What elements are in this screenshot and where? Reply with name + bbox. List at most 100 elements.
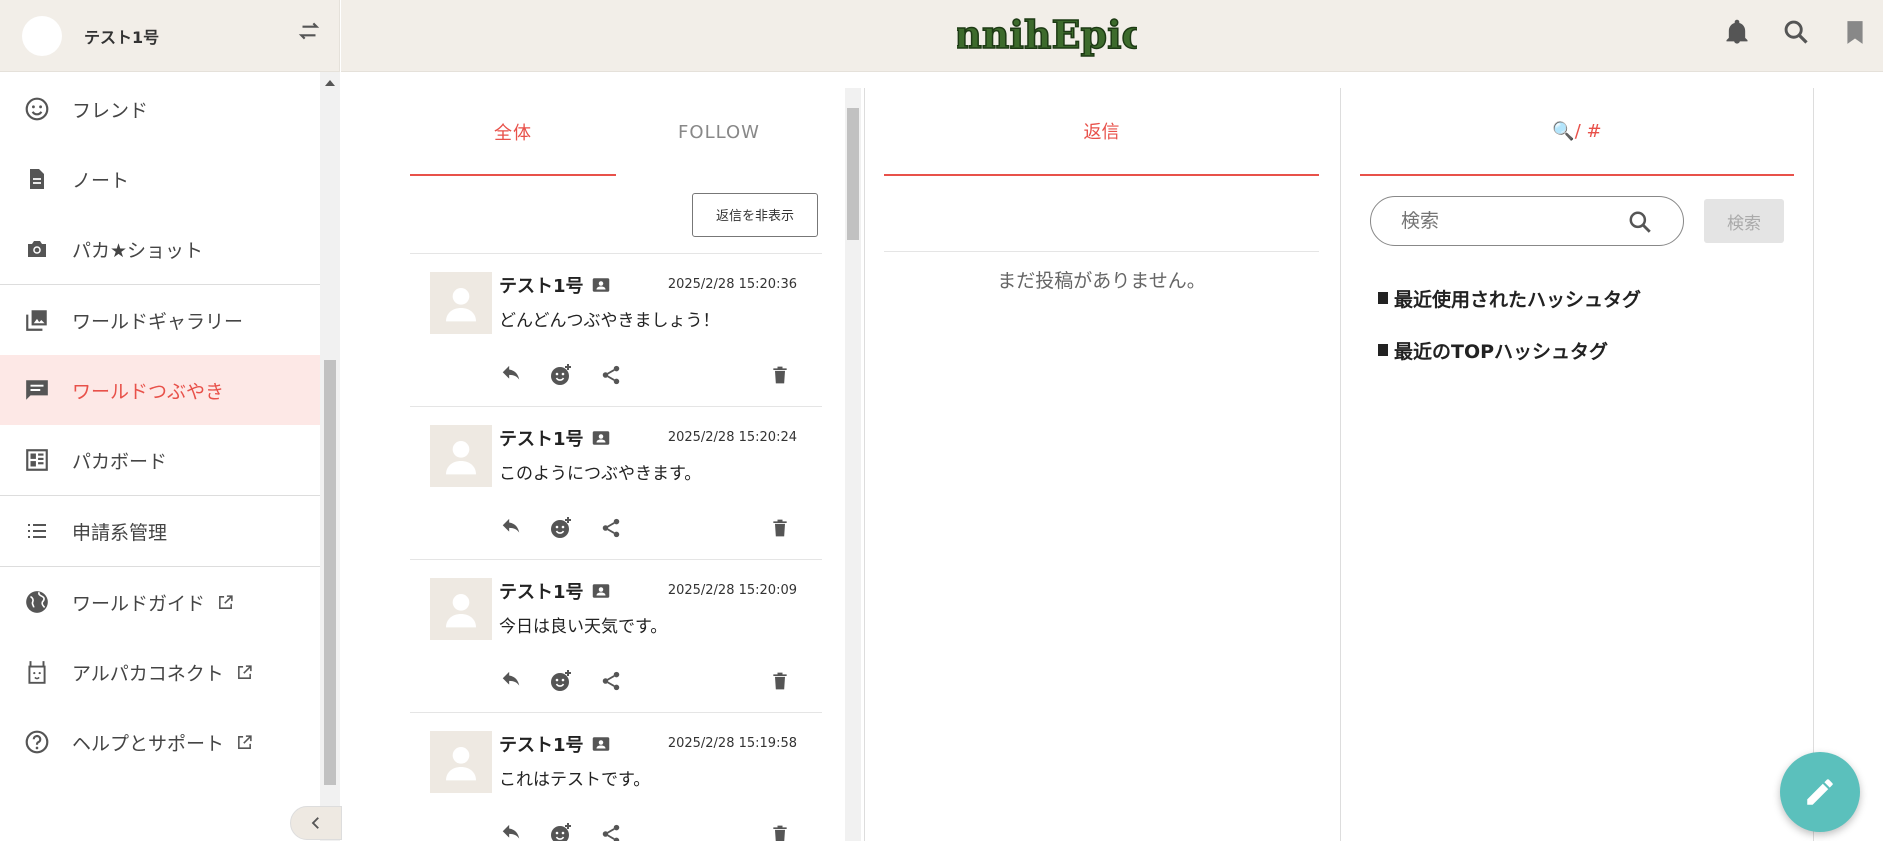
recent-hashtags-heading[interactable]: 最近使用されたハッシュタグ — [1378, 278, 1794, 318]
search-input[interactable] — [1401, 210, 1601, 232]
trash-icon[interactable] — [767, 821, 793, 841]
profile-card-icon[interactable] — [592, 277, 610, 293]
reply-icon[interactable] — [498, 821, 524, 841]
post-author[interactable]: テスト1号 — [499, 272, 610, 298]
sidebar-item-gallery[interactable]: ワールドギャラリー — [0, 285, 320, 355]
post-item[interactable]: テスト1号 2025/2/28 15:20:09 今日は良い天気です。 — [410, 560, 822, 713]
post-item[interactable]: テスト1号 2025/2/28 15:20:24 このようにつぶやきます。 — [410, 407, 822, 560]
search-icon[interactable] — [1627, 209, 1653, 240]
sidebar-item-chat[interactable]: ワールドつぶやき — [0, 355, 320, 425]
square-bullet-icon — [1378, 292, 1388, 304]
tab-follow[interactable]: FOLLOW — [616, 88, 822, 176]
column-divider — [1813, 88, 1814, 841]
post-text: 今日は良い天気です。 — [499, 617, 668, 637]
post-text: これはテストです。 — [499, 770, 651, 790]
post-author-name: テスト1号 — [499, 582, 584, 603]
collapse-sidebar-button[interactable] — [290, 806, 342, 840]
add-reaction-icon[interactable] — [548, 515, 574, 541]
post-author[interactable]: テスト1号 — [499, 731, 610, 757]
user-header[interactable]: テスト1号 — [0, 0, 339, 72]
column-divider — [864, 88, 865, 841]
add-reaction-icon[interactable] — [548, 668, 574, 694]
post-actions — [498, 515, 808, 541]
sidebar-item-label: ワールドギャラリー — [72, 310, 244, 333]
share-icon[interactable] — [598, 362, 624, 388]
post-author[interactable]: テスト1号 — [499, 578, 610, 604]
note-icon — [24, 166, 50, 192]
reply-icon[interactable] — [498, 668, 524, 694]
profile-card-icon[interactable] — [592, 430, 610, 446]
sidebar-item-list[interactable]: 申請系管理 — [0, 496, 320, 566]
post-author-name: テスト1号 — [499, 735, 584, 756]
post-avatar[interactable] — [430, 272, 492, 334]
column-divider — [1340, 88, 1341, 841]
switch-account-icon[interactable] — [296, 18, 322, 48]
post-avatar[interactable] — [430, 425, 492, 487]
trash-icon[interactable] — [767, 668, 793, 694]
post-author-name: テスト1号 — [499, 276, 584, 297]
share-icon[interactable] — [598, 821, 624, 841]
sidebar-item-alpaca[interactable]: アルパカコネクト — [0, 637, 320, 707]
sidebar-item-note[interactable]: ノート — [0, 144, 320, 214]
search-field[interactable] — [1370, 196, 1684, 246]
board-icon — [24, 447, 50, 473]
user-name: テスト1号 — [84, 27, 160, 47]
sidebar-item-board[interactable]: パカボード — [0, 425, 320, 495]
trash-icon[interactable] — [767, 362, 793, 388]
post-item[interactable]: テスト1号 2025/2/28 15:20:36 どんどんつぶやきましょう！ — [410, 254, 822, 407]
post-author[interactable]: テスト1号 — [499, 425, 610, 451]
search-button[interactable]: 検索 — [1704, 199, 1784, 243]
tab-search[interactable]: 🔍/ # — [1360, 88, 1794, 176]
timeline-scrollbar-thumb[interactable] — [847, 108, 859, 240]
share-icon[interactable] — [598, 515, 624, 541]
post-timestamp: 2025/2/28 15:19:58 — [667, 736, 797, 751]
sidebar-scrollbar-thumb[interactable] — [324, 360, 336, 785]
search-icon[interactable] — [1782, 18, 1810, 50]
post-avatar[interactable] — [430, 578, 492, 640]
sidebar-item-help[interactable]: ヘルプとサポート — [0, 707, 320, 777]
camera-icon — [24, 236, 50, 262]
post-actions — [498, 668, 808, 694]
compose-button[interactable] — [1780, 752, 1860, 832]
sidebar-item-camera[interactable]: パカ★ショット — [0, 214, 320, 284]
bell-icon[interactable] — [1723, 18, 1751, 50]
sidebar-item-label: 申請系管理 — [72, 521, 168, 544]
app-logo[interactable]: AnnihEpica — [923, 8, 1170, 62]
empty-message: まだ投稿がありません。 — [997, 270, 1206, 292]
profile-card-icon[interactable] — [592, 736, 610, 752]
bookmark-icon[interactable] — [1842, 18, 1868, 50]
sidebar-nav: フレンドノート パカ★ショットワールドギャラリーワールドつぶやきパカボード申請系管… — [0, 72, 340, 841]
sidebar-item-smile[interactable]: フレンド — [0, 74, 320, 144]
person-icon — [446, 441, 476, 475]
share-icon[interactable] — [598, 668, 624, 694]
reply-icon[interactable] — [498, 362, 524, 388]
post-avatar[interactable] — [430, 731, 492, 793]
scroll-up-arrow-icon[interactable] — [325, 80, 335, 86]
profile-card-icon[interactable] — [592, 583, 610, 599]
post-timestamp: 2025/2/28 15:20:09 — [667, 583, 797, 598]
sidebar-item-label: パカボード — [72, 450, 168, 473]
add-reaction-icon[interactable] — [548, 362, 574, 388]
tab-all[interactable]: 全体 — [410, 88, 616, 176]
smile-icon — [24, 96, 50, 122]
trash-icon[interactable] — [767, 515, 793, 541]
chevron-left-icon — [311, 817, 319, 829]
list-icon — [24, 518, 50, 544]
square-bullet-icon — [1378, 344, 1388, 356]
external-link-icon — [236, 664, 253, 681]
search-column: 🔍/ # 検索 最近使用されたハッシュタグ 最近のTOPハッシュタグ — [1360, 88, 1794, 841]
add-reaction-icon[interactable] — [548, 821, 574, 841]
sidebar-item-globe[interactable]: ワールドガイド — [0, 567, 320, 637]
person-icon — [446, 747, 476, 781]
top-hashtags-heading[interactable]: 最近のTOPハッシュタグ — [1378, 330, 1794, 370]
tab-replies[interactable]: 返信 — [884, 88, 1319, 176]
post-actions — [498, 362, 808, 388]
globe-icon — [24, 589, 50, 615]
post-list: テスト1号 2025/2/28 15:20:36 どんどんつぶやきましょう！ テスト1… — [410, 254, 822, 841]
hide-replies-button[interactable]: 返信を非表示 — [692, 192, 818, 237]
reply-icon[interactable] — [498, 515, 524, 541]
chat-icon — [24, 377, 50, 403]
replies-column: 返信 まだ投稿がありません。 — [884, 88, 1319, 841]
sidebar-item-label: フレンド — [72, 99, 149, 122]
post-item[interactable]: テスト1号 2025/2/28 15:19:58 これはテストです。 — [410, 713, 822, 841]
